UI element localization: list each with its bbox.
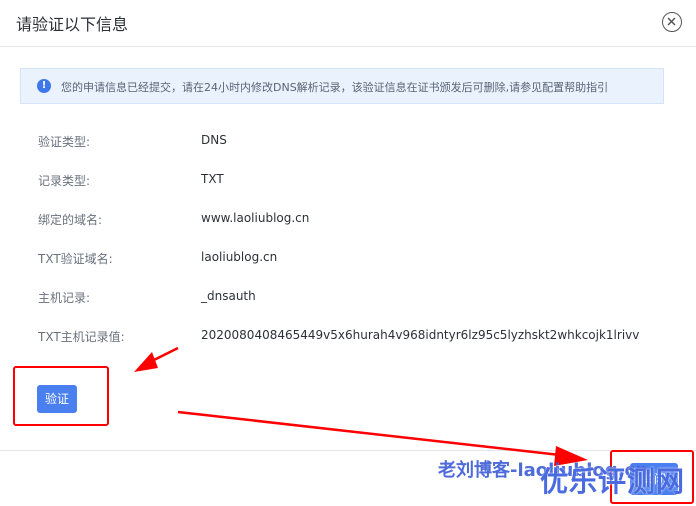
arrow-to-verify [134,346,179,372]
verification-dialog: 请验证以下信息 ! 您的申请信息已经提交，请在24小时内修改DNS解析记录，该验… [0,0,696,506]
watermark-site: 优乐评测网 [540,465,686,498]
annotation-arrows [134,346,588,466]
